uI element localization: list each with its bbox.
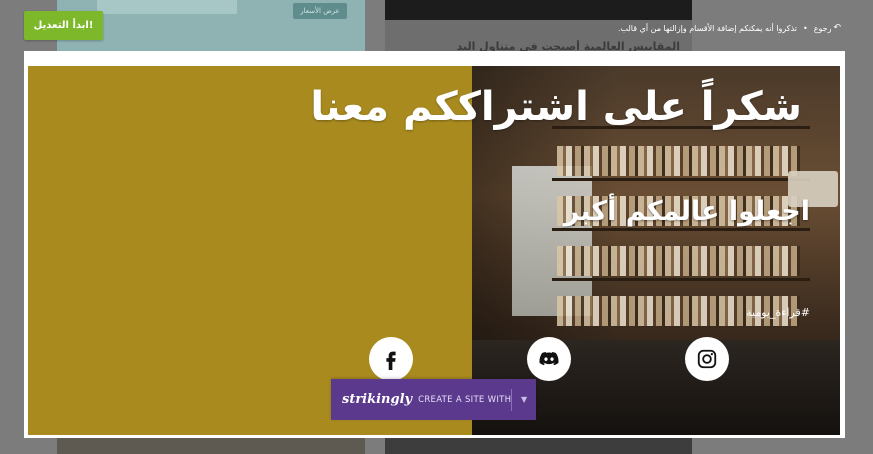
top-info-bar: ↶ رجوع • تذكروا أنه يمكنكم إضافة الأقسام… — [618, 21, 841, 35]
create-site-link[interactable]: strikingly CREATE A SITE WITH — [331, 392, 511, 407]
preview-hashtag: #قراءة_يومية — [746, 306, 810, 319]
separator-dot: • — [803, 23, 808, 33]
back-arrow-icon: ↶ — [833, 23, 841, 33]
badge-dropdown-button[interactable]: ▼ — [512, 379, 536, 420]
strikingly-logo: strikingly — [342, 392, 413, 407]
background-card-image — [385, 0, 692, 20]
back-link[interactable]: ↶ رجوع — [814, 23, 841, 33]
photo-shelf — [552, 228, 810, 231]
background-footer-right — [385, 438, 692, 454]
price-button: عرض الأسعار — [293, 3, 347, 19]
discord-button[interactable] — [527, 337, 571, 381]
start-editing-button[interactable]: ابدأ التعديل! — [24, 11, 103, 40]
background-strip — [97, 0, 237, 14]
strikingly-badge[interactable]: strikingly CREATE A SITE WITH ▼ — [331, 379, 536, 420]
photo-shelf — [552, 278, 810, 281]
template-preview-modal: شكراً على اشتراككم معنا اجعلوا عالمكم أك… — [24, 51, 845, 438]
back-label: رجوع — [813, 23, 832, 33]
preview-headline: شكراً على اشتراككم معنا — [310, 84, 802, 130]
facebook-icon — [386, 351, 396, 370]
instagram-button[interactable] — [685, 337, 729, 381]
photo-books — [557, 146, 800, 176]
discord-icon — [539, 351, 559, 366]
instagram-icon — [697, 349, 717, 369]
photo-window — [512, 166, 592, 316]
info-text: تذكروا أنه يمكنكم إضافة الأقسام وإزالتها… — [617, 23, 798, 33]
caret-down-icon: ▼ — [521, 395, 528, 404]
photo-shelf — [552, 178, 810, 181]
preview-subheading: اجعلوا عالمكم أكبر — [563, 196, 810, 227]
create-site-label: CREATE A SITE WITH — [418, 394, 512, 405]
facebook-button[interactable] — [369, 337, 413, 381]
photo-books — [557, 246, 800, 276]
background-footer-left — [57, 438, 365, 454]
